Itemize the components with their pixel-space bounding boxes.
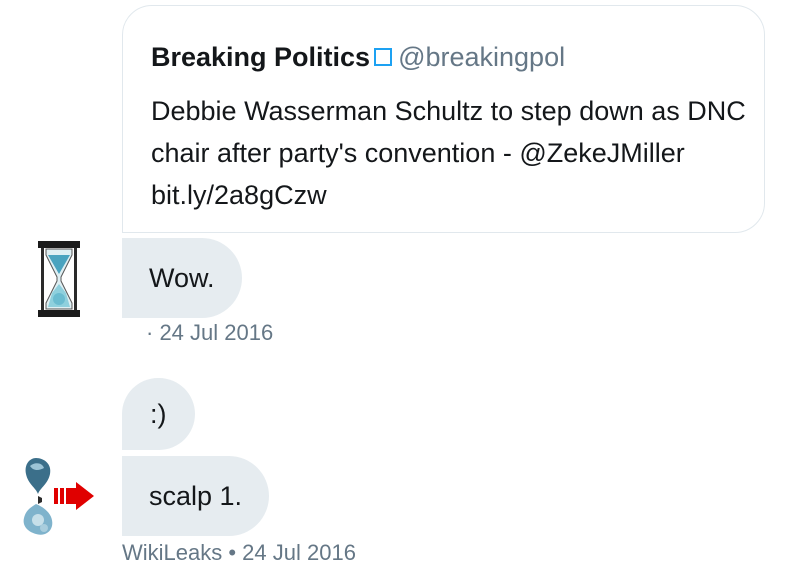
wikileaks-logo-avatar-icon[interactable] bbox=[20, 456, 98, 536]
message-timestamp: · 24 Jul 2016 bbox=[146, 320, 274, 345]
message-sender-timestamp: WikiLeaks • 24 Jul 2016 bbox=[122, 540, 356, 565]
quoted-tweet-card[interactable]: Breaking Politics @breakingpol Debbie Was… bbox=[122, 5, 765, 233]
quoted-author-handle[interactable]: @breakingpol bbox=[398, 42, 565, 72]
quoted-tweet-text: Debbie Wasserman Schultz to step down as… bbox=[151, 96, 746, 210]
message-bubble[interactable]: :) bbox=[122, 378, 195, 450]
verified-badge-icon bbox=[374, 48, 393, 67]
message-text: Wow. bbox=[149, 263, 215, 293]
quoted-author-name[interactable]: Breaking Politics bbox=[151, 42, 370, 72]
message-text: scalp 1. bbox=[149, 481, 243, 511]
message-bubble[interactable]: scalp 1. bbox=[122, 456, 270, 536]
hourglass-avatar-icon[interactable] bbox=[38, 241, 80, 317]
message-bubble[interactable]: Wow. bbox=[122, 238, 242, 318]
message-text: :) bbox=[150, 399, 167, 429]
quoted-tweet-header: Breaking Politics @breakingpol bbox=[151, 40, 565, 74]
